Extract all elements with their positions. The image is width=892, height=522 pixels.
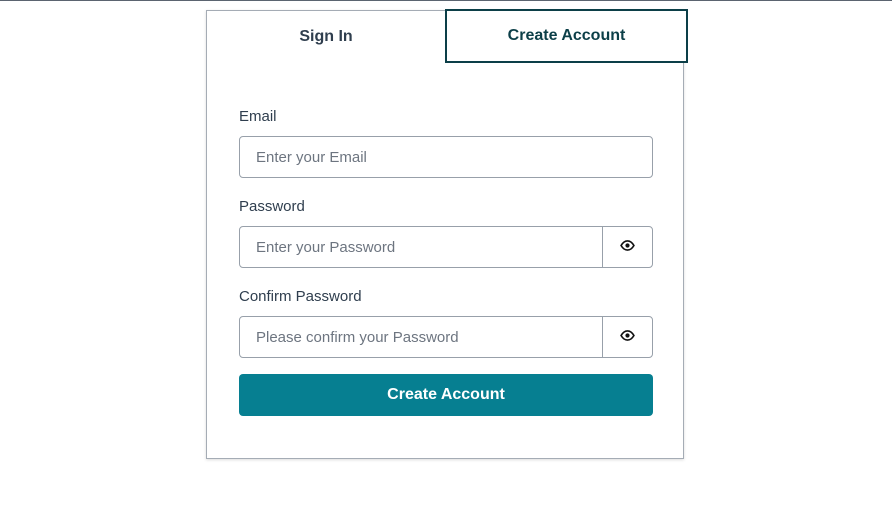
auth-tabs: Sign In Create Account	[207, 9, 688, 63]
tab-sign-in[interactable]: Sign In	[207, 11, 445, 63]
tab-create-account-label: Create Account	[507, 27, 626, 44]
tab-create-account[interactable]: Create Account	[445, 9, 688, 63]
top-divider	[0, 0, 892, 1]
confirm-password-label: Confirm Password	[239, 288, 362, 305]
confirm-password-field[interactable]	[239, 316, 603, 358]
password-field[interactable]	[239, 226, 603, 268]
create-account-button[interactable]: Create Account	[239, 374, 653, 416]
password-label: Password	[239, 198, 305, 215]
auth-card: Sign In Create Account Email Password Co…	[206, 9, 688, 459]
show-confirm-password-button[interactable]	[602, 316, 653, 358]
email-field[interactable]	[239, 136, 653, 178]
show-password-button[interactable]	[602, 226, 653, 268]
tab-sign-in-label: Sign In	[299, 28, 353, 45]
email-label: Email	[239, 108, 277, 125]
eye-icon	[620, 328, 635, 346]
eye-icon	[620, 238, 635, 256]
